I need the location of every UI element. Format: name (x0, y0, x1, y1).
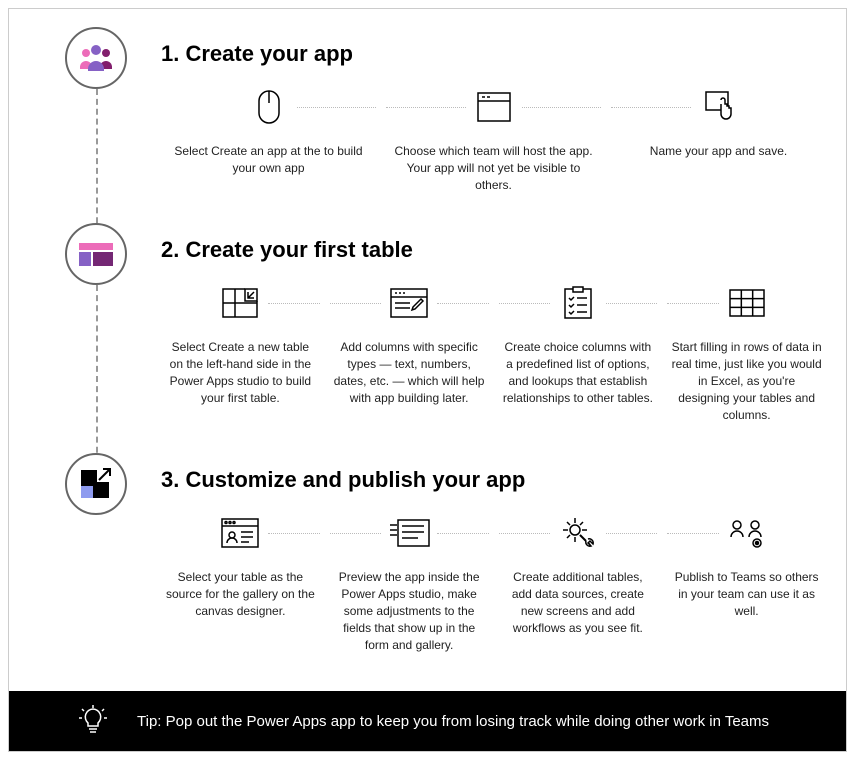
substep: Create additional tables, add data sourc… (499, 511, 658, 653)
preview-form-icon (330, 511, 489, 555)
substep: Start filling in rows of data in real ti… (667, 281, 826, 423)
substep: Select Create an app at the to build you… (161, 85, 376, 193)
substep: Publish to Teams so others in your team … (667, 511, 826, 653)
edit-form-icon (330, 281, 489, 325)
resize-icon (65, 453, 127, 515)
table-icon (65, 223, 127, 285)
substep-text: Select Create a new table on the left-ha… (161, 339, 320, 406)
substep-text: Select your table as the source for the … (161, 569, 320, 619)
gear-wrench-icon (499, 511, 658, 555)
tip-bar: Tip: Pop out the Power Apps app to keep … (9, 691, 846, 751)
substep: Select your table as the source for the … (161, 511, 320, 653)
substep-text: Name your app and save. (611, 143, 826, 160)
substep-text: Create additional tables, add data sourc… (499, 569, 658, 636)
substep: Choose which team will host the app. You… (386, 85, 601, 193)
window-icon (386, 85, 601, 129)
substep-text: Start filling in rows of data in real ti… (667, 339, 826, 423)
lightbulb-icon (79, 705, 107, 737)
substep-text: Create choice columns with a predefined … (499, 339, 658, 406)
substep-text: Select Create an app at the to build you… (161, 143, 376, 177)
substep: Select Create a new table on the left-ha… (161, 281, 320, 423)
substep: Preview the app inside the Power Apps st… (330, 511, 489, 653)
substep-text: Publish to Teams so others in your team … (667, 569, 826, 619)
step-title: 3. Customize and publish your app (161, 467, 826, 493)
new-table-icon (161, 281, 320, 325)
step-title: 2. Create your first table (161, 237, 826, 263)
step-title: 1. Create your app (161, 41, 826, 67)
team-publish-icon (667, 511, 826, 555)
step-1: 1. Create your app Select Create an app … (9, 27, 846, 223)
substep: Add columns with specific types — text, … (330, 281, 489, 423)
substep: Create choice columns with a predefined … (499, 281, 658, 423)
step-3: 3. Customize and publish your app (9, 453, 846, 683)
gallery-source-icon (161, 511, 320, 555)
grid-icon (667, 281, 826, 325)
guide-frame: 1. Create your app Select Create an app … (8, 8, 847, 752)
substep: Name your app and save. (611, 85, 826, 193)
substep-text: Choose which team will host the app. You… (386, 143, 601, 193)
mouse-icon (161, 85, 376, 129)
step-2: 2. Create your first table Select Create… (9, 223, 846, 453)
checklist-icon (499, 281, 658, 325)
substep-text: Preview the app inside the Power Apps st… (330, 569, 489, 653)
people-icon (65, 27, 127, 89)
touch-icon (611, 85, 826, 129)
tip-text: Tip: Pop out the Power Apps app to keep … (137, 713, 769, 730)
substep-text: Add columns with specific types — text, … (330, 339, 489, 406)
